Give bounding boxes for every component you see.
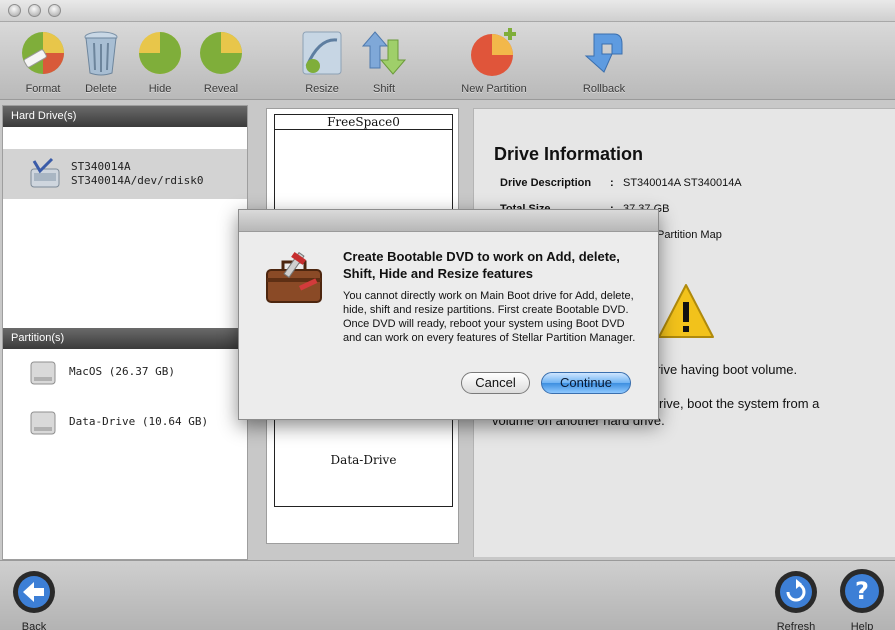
toolbar: Format Delete Hide Reveal Resize Shift N…: [0, 22, 895, 100]
hide-label: Hide: [148, 83, 172, 95]
drive-description-colon: :: [610, 177, 614, 189]
partition-item-data-drive[interactable]: Data-Drive (10.64 GB): [29, 408, 208, 441]
toolbox-icon: [266, 251, 322, 303]
partition-label-data-drive: Data-Drive (10.64 GB): [69, 415, 209, 428]
left-panel: Hard Drive(s) ST340014A ST340014A/dev/rd…: [2, 105, 248, 560]
rollback-arrow-icon: [584, 33, 623, 73]
format-icon: [22, 32, 64, 74]
partition-item-macos[interactable]: MacOS (26.37 GB): [29, 358, 175, 391]
hard-drive-path: ST340014A/dev/rdisk0: [71, 174, 204, 187]
reveal-button[interactable]: Reveal: [198, 28, 244, 95]
rollback-label: Rollback: [582, 83, 626, 95]
shift-label: Shift: [372, 83, 395, 95]
close-window-button[interactable]: [8, 4, 21, 17]
partitions-header: Partition(s): [3, 328, 247, 349]
reveal-pie-icon: [200, 32, 242, 74]
warning-icon: [658, 284, 714, 338]
continue-button[interactable]: Continue: [541, 372, 631, 394]
new-partition-button[interactable]: New Partition: [455, 28, 533, 95]
trash-icon: [84, 31, 118, 76]
hard-drive-name: ST340014A: [71, 160, 131, 173]
rollback-button[interactable]: Rollback: [578, 28, 630, 95]
partition-map-value: Partition Map: [657, 229, 722, 241]
format-button[interactable]: Format: [20, 28, 66, 95]
drive-description-value: ST340014A ST340014A: [623, 177, 742, 189]
warning-line-2: rive, boot the system from a: [659, 396, 820, 411]
drive-info-title: Drive Information: [494, 144, 644, 164]
help-question-icon: ?: [840, 569, 884, 613]
cancel-button[interactable]: Cancel: [461, 372, 530, 394]
window-titlebar: [0, 0, 895, 22]
shift-arrows-icon: [361, 31, 407, 75]
zoom-window-button[interactable]: [48, 4, 61, 17]
minimize-window-button[interactable]: [28, 4, 41, 17]
hard-drive-icon: [30, 157, 60, 188]
svg-text:?: ?: [855, 577, 869, 605]
dialog-message: You cannot directly work on Main Boot dr…: [343, 290, 636, 344]
dialog-titlebar: [239, 210, 658, 232]
back-label: Back: [21, 621, 47, 630]
new-partition-icon: [471, 28, 516, 76]
reveal-label: Reveal: [203, 83, 239, 95]
back-arrow-icon: [13, 571, 55, 613]
disk-icon: [30, 361, 56, 385]
hard-drives-header: Hard Drive(s): [3, 106, 247, 127]
hide-button[interactable]: Hide: [137, 28, 183, 95]
data-drive-segment[interactable]: Data-Drive: [275, 453, 452, 467]
partition-label-macos: MacOS (26.37 GB): [69, 365, 175, 378]
resize-icon: [302, 31, 342, 75]
resize-button[interactable]: Resize: [299, 28, 345, 95]
disk-icon: [30, 411, 56, 435]
delete-button[interactable]: Delete: [78, 28, 124, 95]
bottom-bar: Back Refresh ? Help: [0, 560, 895, 630]
format-label: Format: [25, 83, 61, 95]
dialog-title: Create Bootable DVD to work on Add, dele…: [343, 249, 620, 281]
drive-description-key: Drive Description: [500, 177, 592, 189]
new-partition-label: New Partition: [461, 83, 527, 95]
refresh-button[interactable]: Refresh: [772, 569, 820, 630]
freespace-segment[interactable]: FreeSpace0: [275, 115, 452, 130]
hard-drive-text[interactable]: ST340014A ST340014A/dev/rdisk0: [71, 160, 203, 188]
refresh-label: Refresh: [776, 621, 816, 630]
resize-label: Resize: [305, 83, 339, 95]
refresh-icon: [775, 571, 817, 613]
hide-pie-icon: [139, 32, 181, 74]
shift-button[interactable]: Shift: [361, 28, 407, 95]
back-button[interactable]: Back: [10, 569, 58, 630]
delete-label: Delete: [85, 83, 117, 95]
warning-line-1: drive having boot volume.: [649, 362, 798, 377]
bootable-dvd-dialog: Create Bootable DVD to work on Add, dele…: [238, 209, 659, 420]
help-button[interactable]: ? Help: [838, 567, 886, 630]
help-label: Help: [850, 621, 874, 630]
